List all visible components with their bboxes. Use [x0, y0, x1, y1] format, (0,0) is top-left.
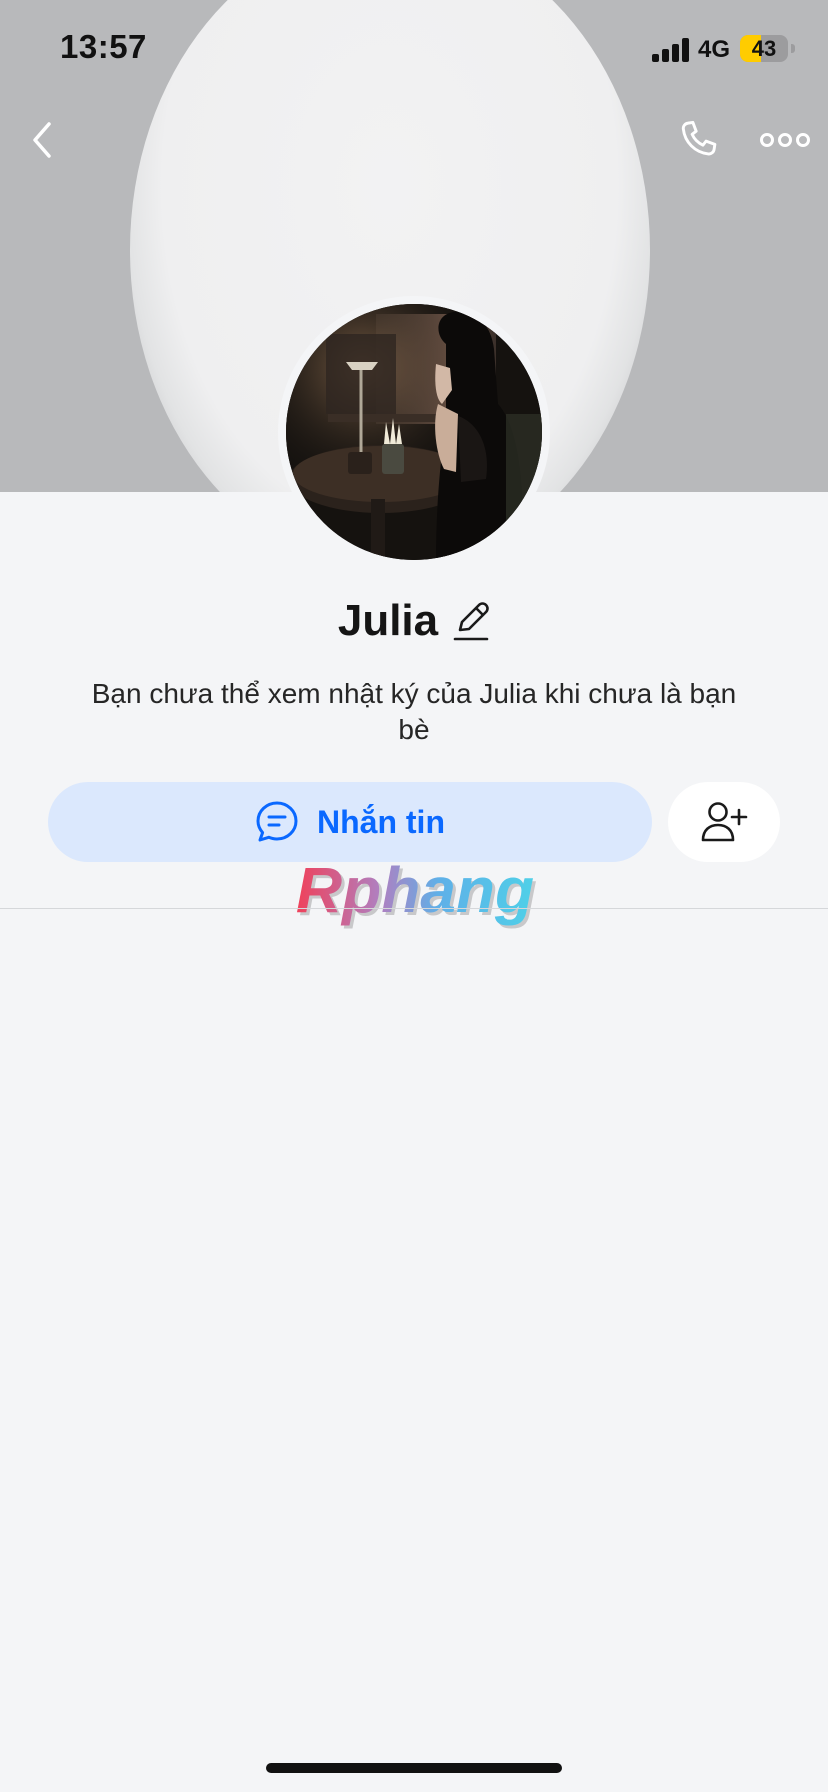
edit-name-button[interactable] — [452, 600, 490, 642]
chat-bubble-icon — [256, 801, 298, 842]
profile-name: Julia — [337, 596, 439, 645]
pencil-icon — [453, 602, 489, 641]
more-options-button[interactable] — [752, 112, 818, 168]
call-button[interactable] — [668, 112, 728, 168]
more-horizontal-icon — [760, 133, 810, 147]
profile-name-row: Julia — [0, 596, 828, 646]
chevron-left-icon — [33, 122, 51, 158]
battery-icon: 43 — [740, 35, 788, 62]
phone-icon — [681, 120, 717, 156]
watermark-logo-graphic: Rphang Rphang — [296, 854, 537, 929]
battery-percent: 43 — [751, 36, 777, 61]
privacy-notice: Bạn chưa thể xem nhật ký của Julia khi c… — [91, 678, 737, 745]
svg-text:Rphang: Rphang — [296, 856, 534, 926]
watermark-logo: Rphang Rphang — [290, 854, 540, 936]
avatar[interactable] — [286, 304, 542, 560]
add-user-icon — [701, 802, 748, 842]
status-time: 13:57 — [60, 28, 147, 65]
message-button[interactable]: Nhắn tin — [48, 782, 652, 862]
back-button[interactable] — [18, 112, 68, 168]
avatar-photo — [286, 304, 542, 560]
message-button-label: Nhắn tin — [317, 803, 445, 840]
battery-tip — [791, 44, 795, 53]
add-friend-button[interactable] — [668, 782, 780, 862]
section-divider — [0, 908, 828, 909]
network-type: 4G — [698, 36, 731, 63]
status-bar: 13:57 4G 43 — [0, 0, 828, 100]
signal-bars-icon — [652, 38, 690, 62]
home-indicator[interactable] — [266, 1763, 562, 1773]
